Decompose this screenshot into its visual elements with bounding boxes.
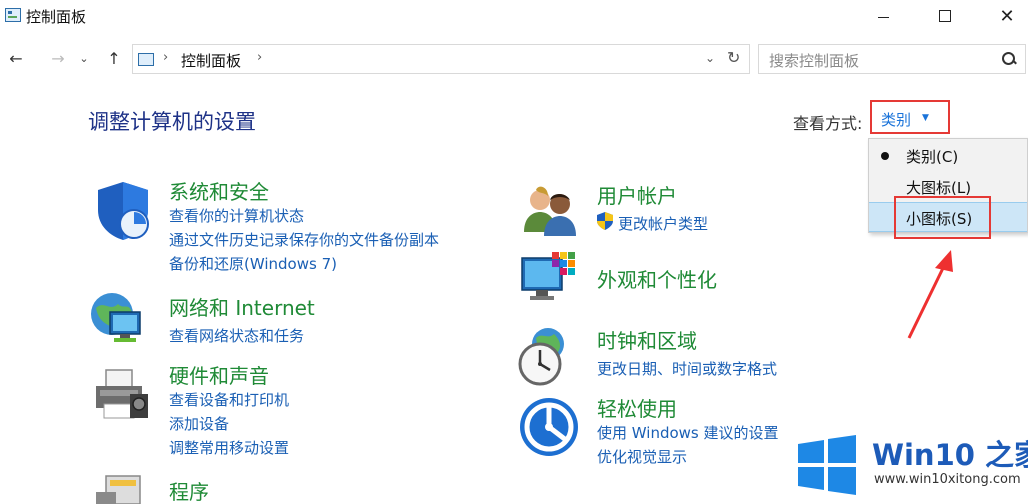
maximize-button[interactable] [922,0,968,32]
breadcrumb-separator[interactable]: › [257,50,262,65]
category-title-programs[interactable]: 程序 [169,476,209,504]
link-mobility-settings[interactable]: 调整常用移动设置 [169,437,289,458]
view-by-label: 查看方式: [793,114,863,133]
category-title-clock-region[interactable]: 时钟和区域 [597,325,697,354]
printer-icon [96,369,148,419]
link-change-date-time-format[interactable]: 更改日期、时间或数字格式 [597,358,777,379]
link-recommended-settings[interactable]: 使用 Windows 建议的设置 [597,422,779,443]
menu-item-category[interactable]: 类别(C) [869,141,1027,171]
category-title-appearance[interactable]: 外观和个性化 [597,264,717,293]
programs-icon [96,475,141,504]
category-title-network-internet[interactable]: 网络和 Internet [169,292,315,321]
ease-of-access-icon [520,398,578,456]
link-view-devices-printers[interactable]: 查看设备和打印机 [169,389,289,410]
title-bar: 控制面板 ✕ [0,0,1028,32]
users-icon [524,186,576,236]
back-button[interactable]: ← [4,46,28,70]
selected-bullet-icon [881,152,889,160]
category-title-ease-of-access[interactable]: 轻松使用 [597,393,677,422]
link-add-device[interactable]: 添加设备 [169,413,229,434]
breadcrumb-control-panel[interactable]: 控制面板 [181,50,241,71]
forward-button[interactable]: → [46,46,70,70]
link-view-network-status[interactable]: 查看网络状态和任务 [169,325,304,346]
shield-icon [98,182,149,240]
breadcrumb-separator[interactable]: › [163,50,168,65]
address-bar[interactable]: › 控制面板 › ⌄ ↻ [132,44,750,74]
address-dropdown-button[interactable]: ⌄ [705,51,715,65]
windows-logo-icon [798,435,856,495]
up-button[interactable]: ↑ [102,46,126,70]
control-panel-icon [138,53,154,66]
clock-icon [518,328,564,386]
highlight-box [894,196,991,239]
network-icon [91,293,141,342]
search-placeholder: 搜索控制面板 [769,52,860,70]
caret-down-icon: ▼ [922,113,929,123]
watermark-title: Win10 之家 [872,438,1028,472]
category-title-system-security[interactable]: 系统和安全 [169,176,269,205]
search-icon[interactable] [1001,51,1017,67]
appearance-icon [521,252,575,300]
minimize-button[interactable] [860,0,906,32]
view-by-value: 类别 [881,111,912,129]
navigation-bar: ← → ⌄ ↑ › 控制面板 › ⌄ ↻ 搜索控制面板 [0,40,1028,76]
control-panel-icon [5,8,21,22]
category-title-hardware-sound[interactable]: 硬件和声音 [169,360,269,389]
link-optimize-visual-display[interactable]: 优化视觉显示 [597,446,687,467]
annotation-arrow-icon [907,250,953,339]
link-backup-restore[interactable]: 备份和还原(Windows 7) [169,253,337,274]
search-input[interactable]: 搜索控制面板 [758,44,1026,74]
maximize-icon [939,10,951,22]
close-icon: ✕ [999,5,1015,27]
category-title-user-accounts[interactable]: 用户帐户 [597,180,677,209]
arrow-left-icon: ← [9,48,23,68]
recent-locations-button[interactable]: ⌄ [76,46,92,70]
link-view-computer-status[interactable]: 查看你的计算机状态 [169,205,304,226]
refresh-icon[interactable]: ↻ [727,48,740,67]
minimize-icon [877,16,889,18]
view-by-dropdown[interactable]: 类别 ▼ [870,100,950,134]
arrow-up-icon: ↑ [107,48,121,68]
uac-shield-icon [597,212,613,230]
page-title: 调整计算机的设置 [88,110,256,134]
link-file-history-backup[interactable]: 通过文件历史记录保存你的文件备份副本 [169,229,439,250]
watermark-url: www.win10xitong.com [874,472,1021,487]
chevron-down-icon: ⌄ [79,51,89,65]
link-change-account-type[interactable]: 更改帐户类型 [618,213,708,234]
arrow-right-icon: → [51,48,65,68]
close-button[interactable]: ✕ [984,0,1028,32]
window-title: 控制面板 [26,8,87,26]
